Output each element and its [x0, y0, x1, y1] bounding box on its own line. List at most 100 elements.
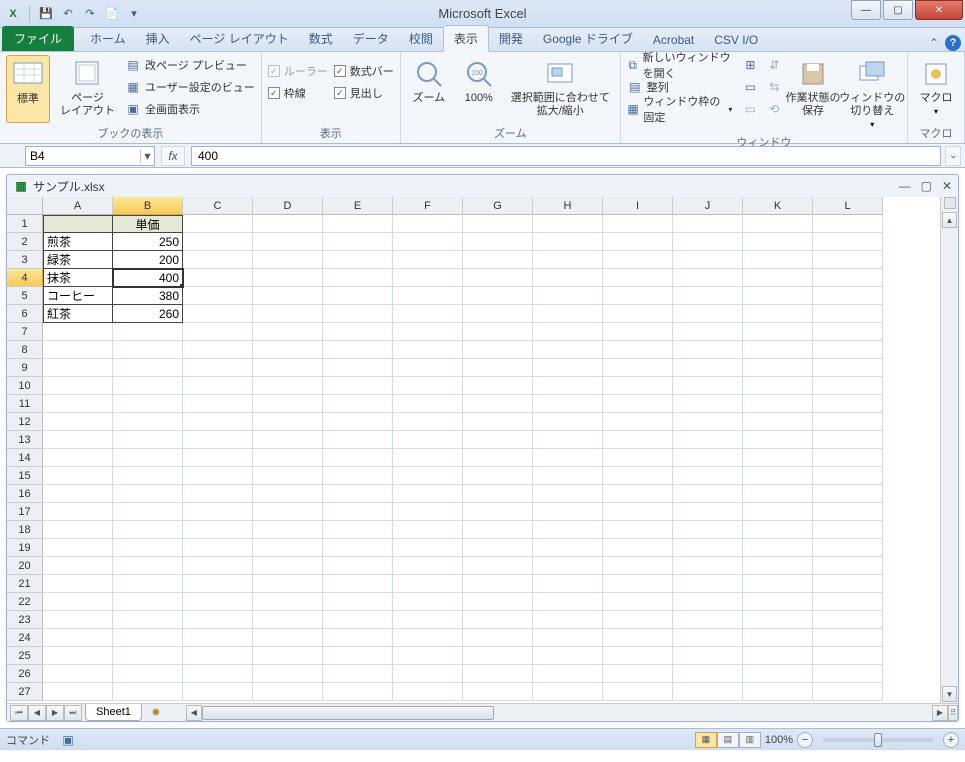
cell-K27[interactable]	[743, 683, 813, 701]
cell-C4[interactable]	[183, 269, 253, 287]
cell-B19[interactable]	[113, 539, 183, 557]
cell-F16[interactable]	[393, 485, 463, 503]
zoom-level[interactable]: 100%	[765, 734, 793, 746]
cell-A22[interactable]	[43, 593, 113, 611]
cell-F19[interactable]	[393, 539, 463, 557]
cell-F14[interactable]	[393, 449, 463, 467]
row-header[interactable]: 4	[7, 269, 43, 287]
cell-J14[interactable]	[673, 449, 743, 467]
cell-A7[interactable]	[43, 323, 113, 341]
cell-I4[interactable]	[603, 269, 673, 287]
cell-K11[interactable]	[743, 395, 813, 413]
cell-C16[interactable]	[183, 485, 253, 503]
cell-F27[interactable]	[393, 683, 463, 701]
column-header[interactable]: A	[43, 197, 113, 215]
horizontal-scrollbar[interactable]: ◀ ▶ ⠿	[186, 705, 958, 721]
cell-J10[interactable]	[673, 377, 743, 395]
column-header[interactable]: E	[323, 197, 393, 215]
cell-A1[interactable]	[43, 215, 113, 233]
cell-J24[interactable]	[673, 629, 743, 647]
fx-button[interactable]: fx	[161, 146, 185, 166]
cell-C19[interactable]	[183, 539, 253, 557]
cell-B15[interactable]	[113, 467, 183, 485]
cell-B26[interactable]	[113, 665, 183, 683]
cell-D16[interactable]	[253, 485, 323, 503]
cell-I8[interactable]	[603, 341, 673, 359]
cell-D15[interactable]	[253, 467, 323, 485]
maximize-button[interactable]: ▢	[883, 0, 913, 20]
cell-F24[interactable]	[393, 629, 463, 647]
sheet-nav-next[interactable]: ▶	[46, 705, 64, 721]
cell-G19[interactable]	[463, 539, 533, 557]
cell-H12[interactable]	[533, 413, 603, 431]
cell-J19[interactable]	[673, 539, 743, 557]
scroll-track-h[interactable]	[202, 705, 932, 721]
cell-C26[interactable]	[183, 665, 253, 683]
cell-L17[interactable]	[813, 503, 883, 521]
cell-D9[interactable]	[253, 359, 323, 377]
cell-E25[interactable]	[323, 647, 393, 665]
row-header[interactable]: 19	[7, 539, 43, 557]
formula-input[interactable]: 400	[191, 146, 941, 166]
scroll-thumb-h[interactable]	[202, 706, 494, 720]
cell-D5[interactable]	[253, 287, 323, 305]
fullscreen-button[interactable]: ▣全画面表示	[125, 99, 255, 119]
cell-F18[interactable]	[393, 521, 463, 539]
cell-H24[interactable]	[533, 629, 603, 647]
cell-I16[interactable]	[603, 485, 673, 503]
unhide-button[interactable]: ▭	[742, 99, 758, 119]
cell-C22[interactable]	[183, 593, 253, 611]
row-header[interactable]: 7	[7, 323, 43, 341]
cell-A9[interactable]	[43, 359, 113, 377]
cell-D1[interactable]	[253, 215, 323, 233]
cell-L2[interactable]	[813, 233, 883, 251]
cell-I19[interactable]	[603, 539, 673, 557]
cell-E11[interactable]	[323, 395, 393, 413]
cell-G9[interactable]	[463, 359, 533, 377]
sheet-nav-first[interactable]: ⏮	[10, 705, 28, 721]
cell-I23[interactable]	[603, 611, 673, 629]
cell-C9[interactable]	[183, 359, 253, 377]
zoom-button[interactable]: ズーム	[407, 55, 451, 123]
cell-G14[interactable]	[463, 449, 533, 467]
cell-F20[interactable]	[393, 557, 463, 575]
row-header[interactable]: 17	[7, 503, 43, 521]
cell-B27[interactable]	[113, 683, 183, 701]
cell-D4[interactable]	[253, 269, 323, 287]
cell-K5[interactable]	[743, 287, 813, 305]
cell-J2[interactable]	[673, 233, 743, 251]
cell-H14[interactable]	[533, 449, 603, 467]
cell-L4[interactable]	[813, 269, 883, 287]
tab-insert[interactable]: 挿入	[136, 26, 180, 51]
cell-D21[interactable]	[253, 575, 323, 593]
cell-F6[interactable]	[393, 305, 463, 323]
cell-H22[interactable]	[533, 593, 603, 611]
new-window-button[interactable]: ⧉新しいウィンドウを開く	[627, 55, 733, 75]
row-header[interactable]: 10	[7, 377, 43, 395]
cell-G27[interactable]	[463, 683, 533, 701]
cell-A11[interactable]	[43, 395, 113, 413]
wb-close-button[interactable]: ✕	[942, 179, 952, 193]
row-header[interactable]: 13	[7, 431, 43, 449]
cell-G20[interactable]	[463, 557, 533, 575]
cell-G10[interactable]	[463, 377, 533, 395]
cell-L23[interactable]	[813, 611, 883, 629]
column-header[interactable]: I	[603, 197, 673, 215]
cell-C11[interactable]	[183, 395, 253, 413]
column-header[interactable]: B	[113, 197, 183, 215]
tab-formulas[interactable]: 数式	[299, 26, 343, 51]
cell-B10[interactable]	[113, 377, 183, 395]
formula-bar-checkbox[interactable]	[334, 65, 346, 77]
cell-K7[interactable]	[743, 323, 813, 341]
cell-B2[interactable]: 250	[113, 233, 183, 251]
cell-C7[interactable]	[183, 323, 253, 341]
tab-developer[interactable]: 開発	[489, 26, 533, 51]
cell-C23[interactable]	[183, 611, 253, 629]
cell-J7[interactable]	[673, 323, 743, 341]
cell-A8[interactable]	[43, 341, 113, 359]
cell-F17[interactable]	[393, 503, 463, 521]
cell-E26[interactable]	[323, 665, 393, 683]
minimize-button[interactable]: —	[851, 0, 881, 20]
reset-button[interactable]: ⟲	[766, 99, 782, 119]
cell-G12[interactable]	[463, 413, 533, 431]
